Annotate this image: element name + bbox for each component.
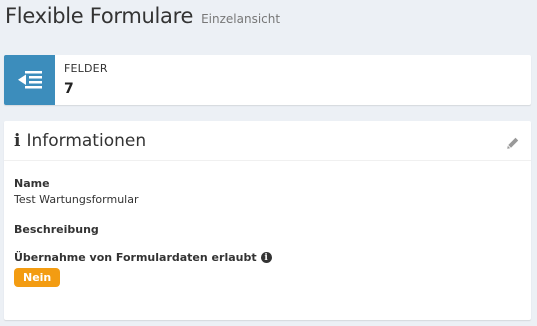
info-circle-icon[interactable]: i <box>260 252 272 263</box>
info-box-number: 7 <box>64 81 74 97</box>
info-box-content: FELDER 7 <box>55 55 108 105</box>
panel-header: i Informationen <box>4 121 531 161</box>
page-title: Flexible Formulare <box>5 4 194 28</box>
panel-title: i Informationen <box>14 131 146 151</box>
takeover-status-badge: Nein <box>14 268 61 287</box>
fields-info-box: FELDER 7 <box>4 55 531 105</box>
pencil-icon[interactable] <box>507 134 519 153</box>
name-label: Name <box>14 177 50 190</box>
information-panel: i Informationen Name Test Wartungsformul… <box>4 121 531 320</box>
description-label: Beschreibung <box>14 223 99 236</box>
panel-title-text: Informationen <box>26 130 147 151</box>
list-indent-icon <box>4 55 55 105</box>
info-icon: i <box>14 130 21 151</box>
name-value: Test Wartungsformular <box>14 193 139 206</box>
takeover-label: Übernahme von Formulardaten erlaubt <box>14 251 257 264</box>
info-box-label: FELDER <box>64 62 108 75</box>
page-header: Flexible Formulare Einzelansicht <box>5 4 280 28</box>
takeover-label-row: Übernahme von Formulardaten erlaubt i <box>14 251 521 264</box>
page-subtitle: Einzelansicht <box>201 12 281 26</box>
panel-body: Name Test Wartungsformular Beschreibung … <box>4 161 531 287</box>
